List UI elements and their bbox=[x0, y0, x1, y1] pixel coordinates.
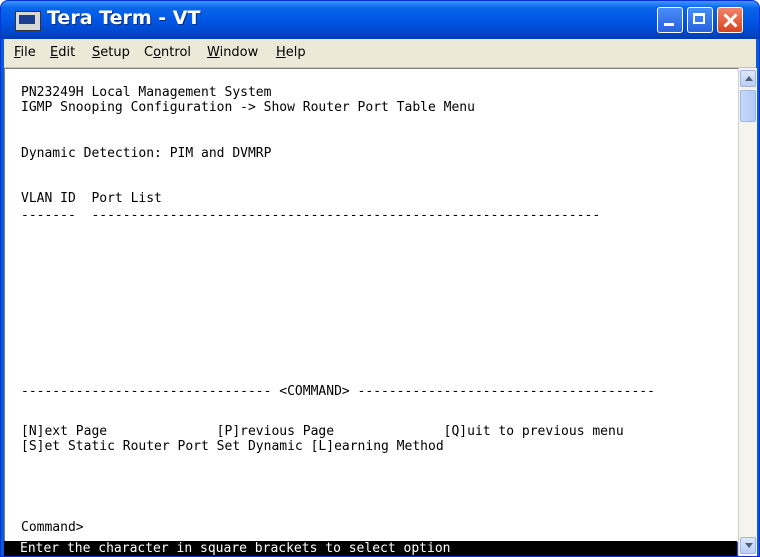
menu-setup[interactable]: Setup bbox=[92, 45, 130, 60]
breadcrumb: IGMP Snooping Configuration -> Show Rout… bbox=[21, 100, 475, 115]
menu-help[interactable]: Help bbox=[276, 45, 306, 60]
scroll-thumb[interactable] bbox=[740, 90, 756, 122]
command-options-line-2: [S]et Static Router Port Set Dynamic [L]… bbox=[21, 439, 444, 454]
vertical-scrollbar[interactable] bbox=[738, 68, 757, 556]
table-divider: ------- --------------------------------… bbox=[21, 208, 601, 223]
menu-file[interactable]: File bbox=[14, 45, 36, 60]
table-header: VLAN ID Port List bbox=[21, 191, 162, 206]
status-bar: Enter the character in square brackets t… bbox=[4, 541, 737, 556]
menu-window[interactable]: Window bbox=[207, 45, 258, 60]
status-message: Enter the character in square brackets t… bbox=[20, 541, 451, 556]
minimize-button[interactable] bbox=[657, 7, 683, 33]
maximize-button[interactable] bbox=[687, 7, 713, 33]
command-divider: -------------------------------- <COMMAN… bbox=[21, 384, 655, 399]
menu-bar: File Edit Setup Control Window Help bbox=[4, 39, 756, 68]
scroll-down-button[interactable] bbox=[740, 537, 756, 554]
close-button[interactable] bbox=[717, 7, 743, 33]
window-title: Tera Term - VT bbox=[47, 7, 201, 29]
detection-status: Dynamic Detection: PIM and DVMRP bbox=[21, 146, 272, 161]
terminal-app-icon[interactable] bbox=[15, 11, 41, 31]
command-options-line-1: [N]ext Page [P]revious Page [Q]uit to pr… bbox=[21, 424, 624, 439]
terminal-screen[interactable]: PN23249H Local Management System IGMP Sn… bbox=[4, 68, 738, 542]
tera-term-window: Tera Term - VT File Edit Setup Control W… bbox=[0, 0, 760, 557]
title-bar[interactable]: Tera Term - VT bbox=[1, 1, 759, 39]
scroll-up-button[interactable] bbox=[740, 70, 756, 87]
menu-edit[interactable]: Edit bbox=[50, 45, 75, 60]
system-name: PN23249H Local Management System bbox=[21, 85, 272, 100]
command-prompt[interactable]: Command> bbox=[21, 521, 84, 535]
menu-control[interactable]: Control bbox=[144, 45, 191, 60]
